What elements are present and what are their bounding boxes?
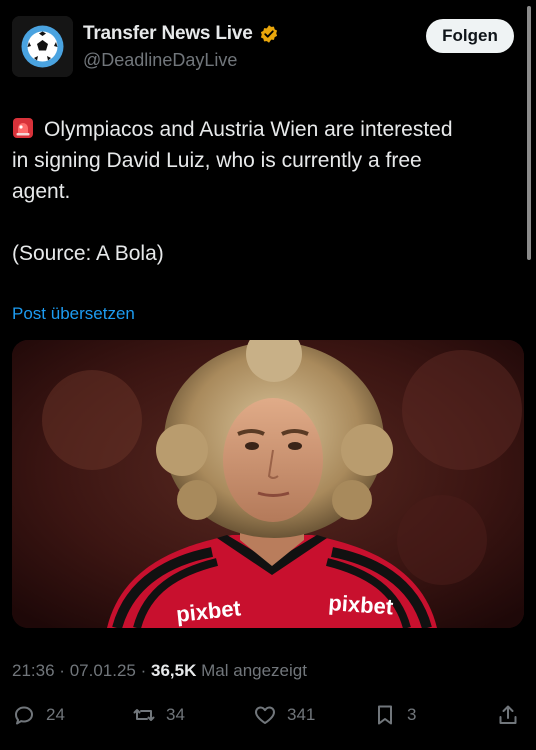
tweet-date[interactable]: 07.01.25 — [70, 661, 136, 680]
tweet-line-1: Olympiacos and Austria Wien are interest… — [44, 118, 453, 141]
tweet-time[interactable]: 21:36 — [12, 661, 55, 680]
reply-icon — [15, 706, 33, 725]
soccer-ball-logo-icon — [12, 16, 73, 77]
heart-icon — [255, 706, 275, 724]
tweet-line-3: agent. — [12, 180, 71, 203]
tweet-line-2: in signing David Luiz, who is currently … — [12, 149, 422, 172]
tweet-source: (Source: A Bola) — [12, 242, 164, 265]
like-button[interactable]: 341 — [253, 703, 315, 727]
share-button[interactable] — [496, 703, 520, 727]
bookmark-count: 3 — [407, 705, 417, 724]
tweet-header: Transfer News Live @DeadlineDayLive Folg… — [12, 16, 514, 78]
bookmark-icon — [378, 705, 392, 725]
meta-separator: · — [59, 661, 65, 680]
views-label: Mal angezeigt — [201, 661, 307, 680]
reply-button[interactable]: 24 — [12, 703, 65, 727]
follow-button[interactable]: Folgen — [426, 19, 514, 53]
tweet-text-line: Olympiacos and Austria Wien are interest… — [12, 114, 517, 145]
display-name[interactable]: Transfer News Live — [83, 23, 253, 45]
repost-button[interactable]: 34 — [132, 703, 185, 727]
reply-count: 24 — [46, 705, 65, 724]
jersey-sponsor-right: pixbet — [328, 590, 395, 620]
repost-icon — [133, 709, 155, 721]
action-bar: 24 34 341 3 — [12, 703, 520, 733]
tweet-text: Olympiacos and Austria Wien are interest… — [12, 114, 517, 207]
translate-post-link[interactable]: Post übersetzen — [12, 304, 135, 324]
account-handle[interactable]: @DeadlineDayLive — [83, 50, 237, 71]
tweet-meta: 21:36 · 07.01.25 · 36,5K Mal angezeigt — [12, 661, 307, 681]
like-count: 341 — [287, 705, 316, 724]
player-photo: pixbet pixbet — [12, 340, 524, 628]
share-icon — [499, 705, 517, 724]
bookmark-button[interactable]: 3 — [373, 703, 416, 727]
meta-separator: · — [140, 661, 147, 680]
avatar[interactable] — [12, 16, 73, 77]
view-count[interactable]: 36,5K — [151, 661, 196, 680]
tweet-image[interactable]: pixbet pixbet — [12, 340, 524, 628]
name-row: Transfer News Live — [83, 23, 279, 45]
police-light-emoji-icon — [13, 118, 33, 138]
verified-badge-icon — [260, 25, 277, 43]
scrollbar[interactable] — [527, 6, 531, 260]
repost-count: 34 — [166, 705, 185, 724]
